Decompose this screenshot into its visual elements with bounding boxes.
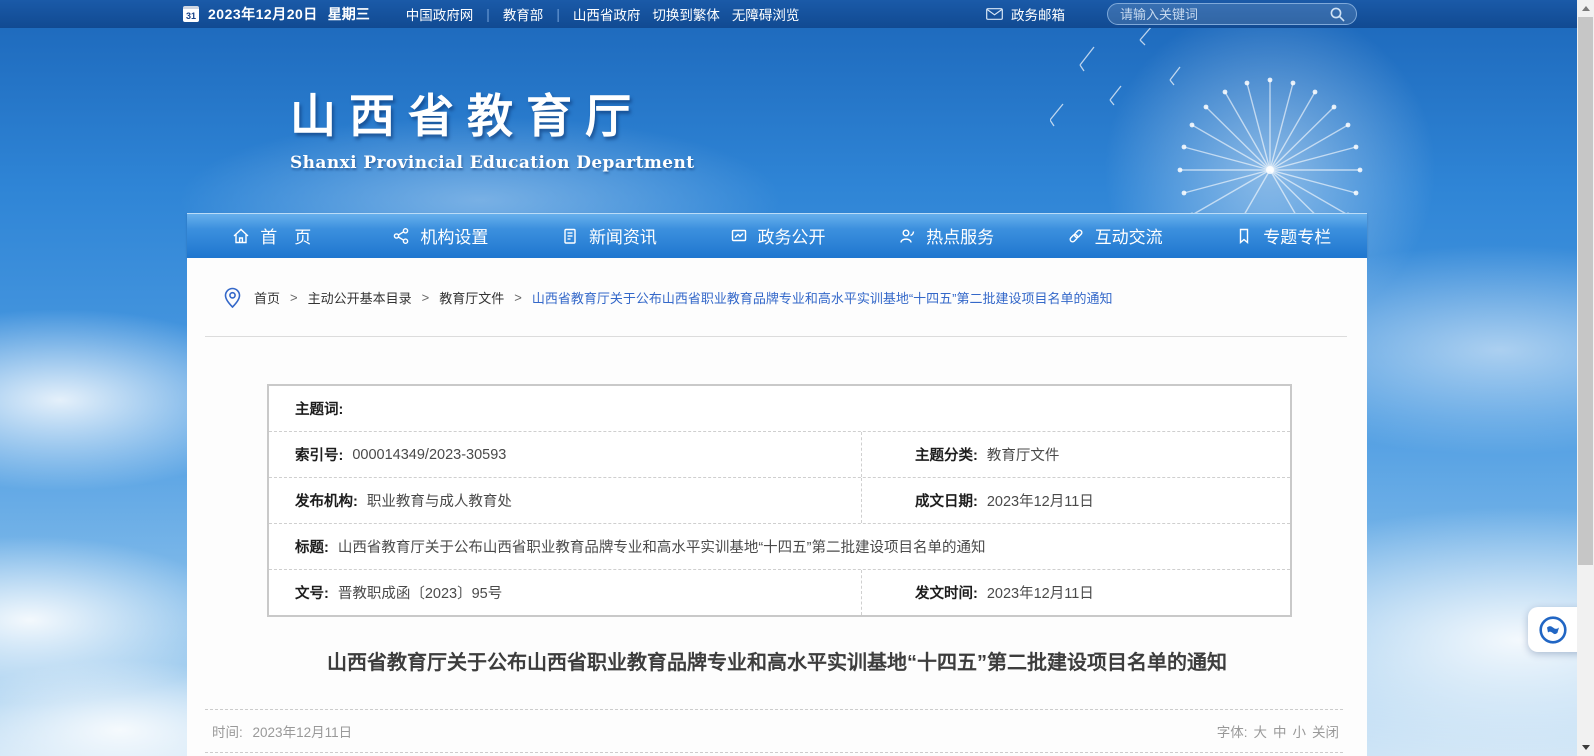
nav-label: 新闻资讯 — [589, 223, 657, 248]
link-separator: | — [486, 7, 490, 22]
time-value: 2023年12月11日 — [253, 725, 353, 740]
content-panel: 首页 > 主动公开基本目录 > 教育厅文件 > 山西省教育厅关于公布山西省职业教… — [187, 258, 1367, 756]
envelope-icon — [986, 8, 1003, 20]
breadcrumb-separator: > — [290, 290, 298, 305]
calendar-icon: 31 — [183, 6, 199, 22]
written-date-label: 成文日期: — [915, 490, 978, 511]
disclosure-icon — [729, 226, 749, 246]
traditional-chinese-toggle[interactable]: 切换到繁体 — [652, 4, 720, 24]
main-navigation: 首 页 机构设置 新闻资讯 — [187, 213, 1367, 258]
font-size-large[interactable]: 大 — [1254, 721, 1268, 741]
doc-number-value: 晋教职成函〔2023〕95号 — [338, 582, 502, 603]
publish-date-label: 发文时间: — [915, 582, 978, 603]
breadcrumb-divider — [205, 336, 1347, 337]
service-icon — [897, 226, 917, 246]
interact-icon — [1066, 226, 1086, 246]
doc-number-label: 文号: — [295, 582, 329, 603]
date-block: 31 2023年12月20日 星期三 — [183, 4, 370, 24]
table-row: 索引号: 000014349/2023-30593 主题分类: 教育厅文件 — [269, 431, 1290, 477]
document-meta-table: 主题词: 索引号: 000014349/2023-30593 主题分类: 教育厅… — [267, 384, 1292, 617]
table-row: 主题词: — [269, 386, 1290, 431]
breadcrumb-current[interactable]: 山西省教育厅关于公布山西省职业教育品牌专业和高水平实训基地“十四五”第二批建设项… — [532, 288, 1113, 307]
accessibility-link[interactable]: 无障碍浏览 — [732, 4, 800, 24]
index-number-value: 000014349/2023-30593 — [352, 447, 506, 463]
search-icon[interactable] — [1329, 6, 1346, 23]
share-flag-icon — [1538, 615, 1568, 645]
vertical-scrollbar[interactable] — [1577, 0, 1594, 756]
link-ministry-education[interactable]: 教育部 — [503, 4, 544, 24]
scroll-up-arrow-icon[interactable] — [1577, 0, 1594, 17]
nav-item-interaction[interactable]: 互动交流 — [1030, 213, 1199, 258]
link-shanxi-gov[interactable]: 山西省政府 — [573, 4, 641, 24]
current-weekday: 星期三 — [328, 4, 370, 24]
main-column: 首 页 机构设置 新闻资讯 — [187, 213, 1367, 756]
news-icon — [560, 226, 580, 246]
nav-item-home[interactable]: 首 页 — [187, 213, 356, 258]
table-row: 文号: 晋教职成函〔2023〕95号 发文时间: 2023年12月11日 — [269, 569, 1290, 615]
link-gov-china[interactable]: 中国政府网 — [406, 4, 474, 24]
site-search — [1107, 3, 1357, 25]
nav-item-disclosure[interactable]: 政务公开 — [693, 213, 862, 258]
time-label: 时间: — [212, 725, 243, 740]
nav-label: 热点服务 — [926, 223, 994, 248]
breadcrumb-separator: > — [514, 290, 522, 305]
doc-title-label: 标题: — [295, 536, 329, 557]
site-name-en: Shanxi Provincial Education Department — [290, 153, 694, 173]
table-row: 发布机构: 职业教育与成人教育处 成文日期: 2023年12月11日 — [269, 477, 1290, 523]
nav-label: 专题专栏 — [1263, 223, 1331, 248]
publisher-value: 职业教育与成人教育处 — [367, 490, 512, 511]
link-separator: | — [556, 7, 560, 22]
nav-item-organization[interactable]: 机构设置 — [356, 213, 525, 258]
nav-item-services[interactable]: 热点服务 — [861, 213, 1030, 258]
index-number-label: 索引号: — [295, 444, 343, 465]
search-input[interactable] — [1118, 6, 1329, 23]
publisher-label: 发布机构: — [295, 490, 358, 511]
gov-mail-link[interactable]: 政务邮箱 — [986, 4, 1065, 24]
nav-label: 机构设置 — [420, 223, 488, 248]
table-row: 标题: 山西省教育厅关于公布山西省职业教育品牌专业和高水平实训基地“十四五”第二… — [269, 523, 1290, 569]
doc-title-value: 山西省教育厅关于公布山西省职业教育品牌专业和高水平实训基地“十四五”第二批建设项… — [338, 536, 986, 557]
breadcrumb-catalog[interactable]: 主动公开基本目录 — [308, 288, 412, 307]
page: 31 2023年12月20日 星期三 中国政府网 | 教育部 | 山西省政府 切… — [0, 0, 1594, 756]
top-links: 中国政府网 | 教育部 | 山西省政府 切换到繁体 无障碍浏览 — [406, 4, 800, 24]
location-pin-icon — [223, 287, 242, 309]
article-time: 时间: 2023年12月11日 — [205, 721, 352, 741]
nav-label: 互动交流 — [1095, 223, 1163, 248]
article-title: 山西省教育厅关于公布山西省职业教育品牌专业和高水平实训基地“十四五”第二批建设项… — [187, 646, 1367, 675]
written-date-value: 2023年12月11日 — [987, 490, 1094, 511]
current-date: 2023年12月20日 — [208, 4, 318, 24]
nav-label: 政务公开 — [758, 223, 826, 248]
site-name-cn: 山西省教育厅 — [290, 80, 694, 146]
font-label: 字体: — [1217, 721, 1248, 741]
subject-label: 主题词: — [295, 398, 343, 419]
top-utility-bar: 31 2023年12月20日 星期三 中国政府网 | 教育部 | 山西省政府 切… — [0, 0, 1577, 28]
site-logo[interactable]: 山西省教育厅 Shanxi Provincial Education Depar… — [290, 80, 694, 173]
breadcrumb: 首页 > 主动公开基本目录 > 教育厅文件 > 山西省教育厅关于公布山西省职业教… — [187, 258, 1367, 306]
home-icon — [231, 226, 251, 246]
scroll-down-arrow-icon[interactable] — [1577, 739, 1594, 756]
nav-label: 首 页 — [260, 223, 311, 248]
org-icon — [391, 226, 411, 246]
breadcrumb-separator: > — [422, 290, 430, 305]
font-size-medium[interactable]: 中 — [1273, 721, 1287, 741]
article-meta-bar: 时间: 2023年12月11日 字体: 大 中 小 关闭 — [205, 709, 1343, 753]
gov-mail-label: 政务邮箱 — [1011, 4, 1065, 24]
topics-icon — [1234, 226, 1254, 246]
breadcrumb-documents[interactable]: 教育厅文件 — [439, 288, 504, 307]
font-size-small[interactable]: 小 — [1293, 721, 1307, 741]
nav-item-topics[interactable]: 专题专栏 — [1198, 213, 1367, 258]
category-value: 教育厅文件 — [987, 444, 1060, 465]
nav-item-news[interactable]: 新闻资讯 — [524, 213, 693, 258]
close-button[interactable]: 关闭 — [1312, 721, 1339, 741]
scrollbar-thumb[interactable] — [1578, 17, 1593, 565]
font-size-controls: 字体: 大 中 小 关闭 — [1211, 721, 1343, 741]
category-label: 主题分类: — [915, 444, 978, 465]
publish-date-value: 2023年12月11日 — [987, 582, 1094, 603]
topbar-right: 政务邮箱 — [986, 3, 1357, 25]
breadcrumb-home[interactable]: 首页 — [254, 288, 280, 307]
